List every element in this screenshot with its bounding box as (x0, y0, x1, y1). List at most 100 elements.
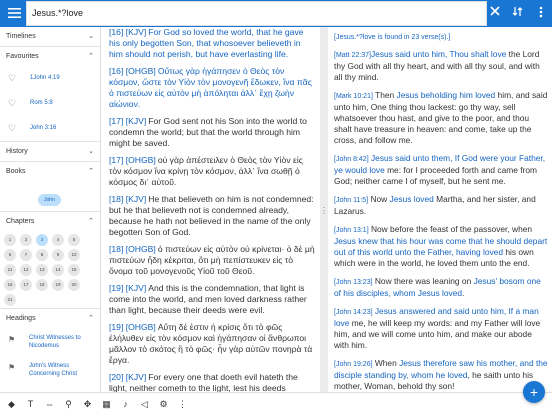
drag-handle-icon[interactable]: ⋮ (320, 207, 328, 215)
verse-ref[interactable]: [19] [OHGB] (109, 322, 156, 332)
chapter-chip[interactable]: 2 (20, 234, 32, 246)
chapter-chip[interactable]: 19 (52, 279, 64, 291)
search-result[interactable]: [John 13:23] Now there was leaning on Je… (334, 276, 548, 299)
history-header[interactable]: History ⌄ (0, 142, 100, 161)
chapter-chip[interactable]: 6 (4, 249, 16, 261)
heading-item[interactable]: ⚑ Christ Witnesses to Nicodemus (0, 328, 100, 356)
menu-icon[interactable] (2, 1, 26, 25)
search-result[interactable]: [John 11:5] Now Jesus loved Martha, and … (334, 194, 548, 217)
more-vert-icon[interactable] (533, 6, 548, 21)
settings-icon[interactable]: ⚙ (154, 396, 173, 412)
chapter-chip[interactable]: 11 (4, 264, 16, 276)
result-ref[interactable]: [John 11:5] (334, 197, 368, 204)
add-fab-button[interactable]: + (523, 381, 545, 403)
search-result[interactable]: [Mark 10:21] Then Jesus beholding him lo… (334, 90, 548, 146)
chapters-section: Chapters ⌃ 1 2 3 4 5 6 7 8 9 10 11 12 13 14 15 16 17 18 19 2… (0, 212, 100, 309)
verse-ref[interactable]: [17] [OHGB] (109, 155, 156, 165)
verse[interactable]: [17] [OHGB] οὐ γὰρ ἀπέστειλεν ὁ Θεὸς τὸν … (109, 155, 316, 188)
search-result[interactable]: [Matt 22:37]Jesus said unto him, Thou sh… (334, 49, 548, 83)
chapter-chip[interactable]: 5 (68, 234, 80, 246)
chapter-chip[interactable]: 4 (52, 234, 64, 246)
result-text: Now (368, 194, 390, 204)
heart-icon[interactable]: ♡ (8, 66, 16, 91)
chapter-chip[interactable]: 14 (52, 264, 64, 276)
chapter-chip[interactable]: 8 (36, 249, 48, 261)
chapters-label: Chapters (6, 218, 35, 225)
search-results-pane[interactable]: [Jesus.*?love is found in 23 verse(s).] … (328, 27, 552, 392)
move-icon[interactable]: ✥ (78, 396, 97, 412)
result-ref[interactable]: [John 8:42] (334, 156, 369, 163)
favourite-item[interactable]: ♡ Rom 5:8 (0, 91, 100, 116)
chapter-chip[interactable]: 20 (68, 279, 80, 291)
chapter-chip[interactable]: 17 (20, 279, 32, 291)
app: Jesus.*?love Timelines ⌄ Favourites ⌃ ♡ 1Jo… (0, 0, 552, 414)
favourite-item[interactable]: ♡ John 3:16 (0, 116, 100, 141)
chapter-chip[interactable]: 18 (36, 279, 48, 291)
book-chip-john[interactable]: John (38, 194, 61, 206)
verse[interactable]: [19] [OHGB] Αὕτη δέ ἐστιν ἡ κρίσις ὅτι τὸ… (109, 322, 316, 366)
search-result[interactable]: [John 13:1] Now before the feast of the … (334, 224, 548, 269)
top-app-bar: Jesus.*?love (0, 0, 552, 27)
search-query: Jesus.*?love (32, 8, 84, 18)
chapter-chip[interactable]: 7 (20, 249, 32, 261)
verse-ref[interactable]: [16] [KJV] (109, 27, 146, 37)
result-ref[interactable]: [John 14:23] (334, 309, 373, 316)
text-icon[interactable]: T (21, 396, 40, 412)
chapter-chip[interactable]: 1 (4, 234, 16, 246)
layers-icon[interactable]: ◆ (2, 396, 21, 412)
heart-icon[interactable]: ♡ (8, 91, 16, 116)
bible-text-pane[interactable]: [16] [KJV] For God so loved the world, th… (102, 27, 320, 392)
pane-divider[interactable]: ⋮ (320, 27, 328, 392)
chapter-chip[interactable]: 16 (4, 279, 16, 291)
search-result[interactable]: [John 19:26] When Jesus therefore saw hi… (334, 358, 548, 392)
search-result[interactable]: [John 14:23] Jesus answered and said unt… (334, 306, 548, 351)
favourite-item[interactable]: ♡ 1John 4:19 (0, 66, 100, 91)
verse[interactable]: [16] [OHGB] Οὕτως γὰρ ἠγάπησεν ὁ Θεὸς τὸν… (109, 66, 316, 110)
result-ref[interactable]: [Matt 22:37] (334, 52, 371, 59)
chapter-chip[interactable]: 12 (20, 264, 32, 276)
chapter-chip[interactable]: 15 (68, 264, 80, 276)
result-ref[interactable]: [John 13:1] (334, 227, 369, 234)
verse-ref[interactable]: [17] [KJV] (109, 116, 146, 126)
verse[interactable]: [18] [OHGB] ὁ πιστεύων εἰς αὐτὸν οὐ κρίνε… (109, 244, 316, 277)
grid-icon[interactable]: ▦ (97, 396, 116, 412)
audio-icon[interactable]: ♪ (116, 396, 135, 412)
verse[interactable]: [19] [KJV] And this is the condemnation, … (109, 283, 316, 316)
result-ref[interactable]: [John 19:26] (334, 361, 373, 368)
results-summary: [Jesus.*?love is found in 23 verse(s).] (334, 34, 451, 41)
verse-ref[interactable]: [18] [KJV] (109, 194, 146, 204)
close-icon[interactable] (487, 6, 502, 21)
verse-ref[interactable]: [19] [KJV] (109, 283, 146, 293)
chapter-chip[interactable]: 9 (52, 249, 64, 261)
timelines-header[interactable]: Timelines ⌄ (0, 27, 100, 46)
result-text: Now there was leaning on (372, 276, 474, 286)
search-result[interactable]: [John 8:42] Jesus said unto them, If God… (334, 153, 548, 187)
headings-header[interactable]: Headings ⌃ (0, 309, 100, 328)
favourites-header[interactable]: Favourites ⌃ (0, 47, 100, 66)
favourites-section: Favourites ⌃ ♡ 1John 4:19 ♡ Rom 5:8 ♡ John 3… (0, 47, 100, 142)
share-icon[interactable]: ◁ (135, 396, 154, 412)
verse[interactable]: [20] [KJV] For every one that doeth evil … (109, 372, 316, 392)
chapter-chip[interactable]: 3 (36, 234, 48, 246)
more-icon[interactable]: ⋮ (173, 396, 192, 412)
heart-icon[interactable]: ♡ (8, 116, 16, 141)
favourite-label: 1John 4:19 (30, 75, 60, 81)
chapters-header[interactable]: Chapters ⌃ (0, 212, 100, 231)
compare-icon[interactable]: ⇔ (40, 396, 59, 412)
verse[interactable]: [17] [KJV] For God sent not his Son into … (109, 116, 316, 149)
books-header[interactable]: Books ⌃ (0, 162, 100, 181)
chapter-chip[interactable]: 10 (68, 249, 80, 261)
chapter-chip[interactable]: 21 (4, 294, 16, 306)
verse-ref[interactable]: [18] [OHGB] (109, 244, 156, 254)
verse[interactable]: [16] [KJV] For God so loved the world, th… (109, 27, 316, 60)
location-icon[interactable]: ⚲ (59, 396, 78, 412)
result-ref[interactable]: [Mark 10:21] (334, 93, 373, 100)
chapter-chip[interactable]: 13 (36, 264, 48, 276)
verse-ref[interactable]: [16] [OHGB] (109, 66, 156, 76)
search-input[interactable]: Jesus.*?love (26, 1, 487, 26)
heading-item[interactable]: ⚑ John's Witness Concerning Christ (0, 356, 100, 384)
verse-ref[interactable]: [20] [KJV] (109, 372, 146, 382)
verse[interactable]: [18] [KJV] He that believeth on him is no… (109, 194, 316, 238)
result-ref[interactable]: [John 13:23] (334, 279, 373, 286)
sync-icon[interactable] (510, 6, 525, 21)
